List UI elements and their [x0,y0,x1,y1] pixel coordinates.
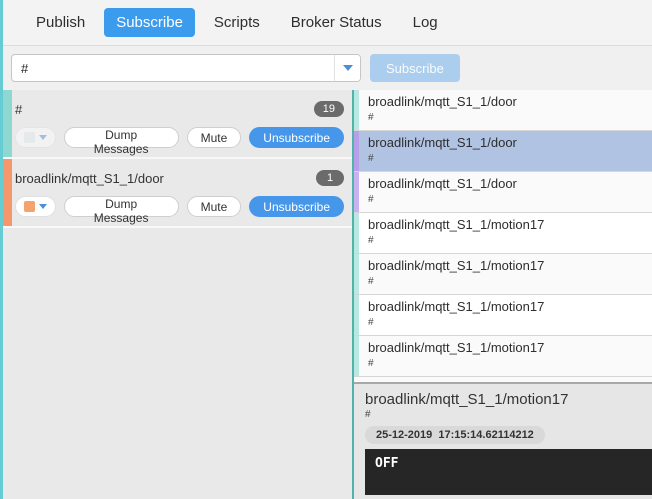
message-subscription: # [368,317,374,328]
message-row[interactable]: broadlink/mqtt_S1_1/motion17 # [354,213,652,254]
subscribe-controls-row: Subscribe [3,46,652,90]
subscription-topic: # [15,101,23,117]
main-split: # 19 Dump Messages Mute Unsubscribe broa… [3,90,652,499]
message-detail-panel: broadlink/mqtt_S1_1/motion17 # 25-12-201… [354,382,652,499]
color-swatch-icon [23,201,35,212]
message-row[interactable]: broadlink/mqtt_S1_1/door # [354,172,652,213]
message-topic: broadlink/mqtt_S1_1/door [368,176,517,191]
tab-publish[interactable]: Publish [24,8,97,37]
dump-messages-button[interactable]: Dump Messages [63,196,179,225]
detail-subscription: # [365,409,371,420]
tab-subscribe[interactable]: Subscribe [104,8,195,37]
subscriptions-panel: # 19 Dump Messages Mute Unsubscribe broa… [3,90,352,499]
message-row[interactable]: broadlink/mqtt_S1_1/motion17 # [354,254,652,295]
color-swatch-icon [23,132,35,143]
message-count-badge: 19 [313,101,344,117]
subscription-card-wildcard[interactable]: # 19 Dump Messages Mute Unsubscribe [3,90,352,159]
mqtt-client-window: Publish Subscribe Scripts Broker Status … [0,0,652,499]
subscription-topic: broadlink/mqtt_S1_1/door [15,170,164,186]
message-subscription: # [368,358,374,369]
tab-log[interactable]: Log [401,8,450,37]
topic-input[interactable] [12,55,334,81]
message-topic: broadlink/mqtt_S1_1/motion17 [368,217,545,232]
message-list: broadlink/mqtt_S1_1/door # broadlink/mqt… [354,90,652,382]
nav-tab-bar: Publish Subscribe Scripts Broker Status … [3,0,652,46]
chevron-down-icon [38,204,47,209]
mute-button[interactable]: Mute [186,127,242,148]
tab-broker-status[interactable]: Broker Status [279,8,394,37]
color-swatch-dropdown[interactable] [15,127,56,148]
message-row[interactable]: broadlink/mqtt_S1_1/motion17 # [354,336,652,377]
message-topic: broadlink/mqtt_S1_1/motion17 [368,340,545,355]
message-subscription: # [368,235,374,246]
topic-combobox [11,54,361,82]
timestamp-badge: 25-12-2019 17:15:14.62114212 [365,426,545,444]
message-count-badge: 1 [316,170,344,186]
subscription-card-door[interactable]: broadlink/mqtt_S1_1/door 1 Dump Messages… [3,159,352,228]
message-row[interactable]: broadlink/mqtt_S1_1/door # [354,90,652,131]
dump-messages-button[interactable]: Dump Messages [63,127,179,156]
payload-viewer: OFF [365,449,652,495]
message-color-bar [354,295,359,335]
message-topic: broadlink/mqtt_S1_1/motion17 [368,299,545,314]
message-color-bar [354,254,359,294]
unsubscribe-button[interactable]: Unsubscribe [249,127,344,148]
tab-scripts[interactable]: Scripts [202,8,272,37]
topic-dropdown-button[interactable] [334,55,360,81]
message-color-bar [354,336,359,376]
unsubscribe-button[interactable]: Unsubscribe [249,196,344,217]
mute-button[interactable]: Mute [186,196,242,217]
messages-panel: broadlink/mqtt_S1_1/door # broadlink/mqt… [352,90,652,499]
message-color-bar [354,172,359,212]
subscription-color-bar [3,90,12,157]
message-row[interactable]: broadlink/mqtt_S1_1/motion17 # [354,295,652,336]
message-topic: broadlink/mqtt_S1_1/door [368,135,517,150]
chevron-down-icon [342,65,353,71]
subscribe-button[interactable]: Subscribe [370,54,460,82]
message-topic: broadlink/mqtt_S1_1/motion17 [368,258,545,273]
message-topic: broadlink/mqtt_S1_1/door [368,94,517,109]
message-row-selected[interactable]: broadlink/mqtt_S1_1/door # [354,131,652,172]
message-subscription: # [368,112,374,123]
message-subscription: # [368,276,374,287]
message-subscription: # [368,153,374,164]
message-color-bar [354,213,359,253]
chevron-down-icon [38,135,47,140]
message-color-bar [354,90,359,130]
message-color-bar [354,131,359,171]
message-subscription: # [368,194,374,205]
color-swatch-dropdown[interactable] [15,196,56,217]
detail-topic: broadlink/mqtt_S1_1/motion17 [365,391,569,408]
subscription-color-bar [3,159,12,226]
